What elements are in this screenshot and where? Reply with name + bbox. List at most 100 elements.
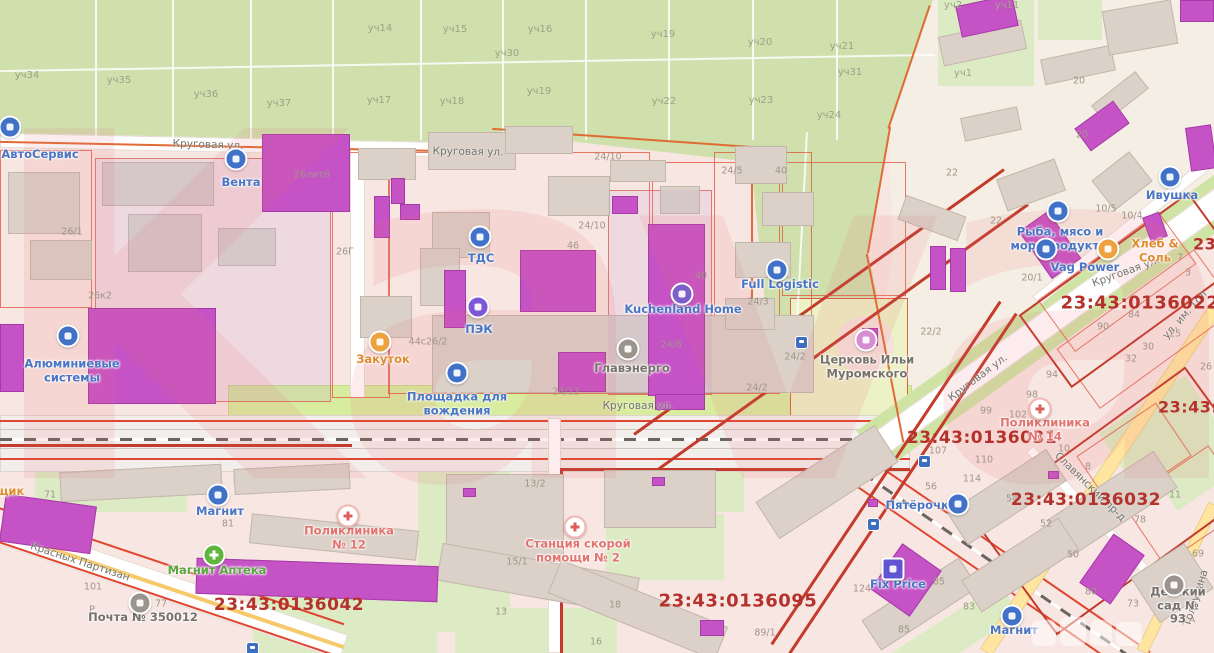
parcel-number-label: 16: [590, 636, 602, 647]
venta-icon[interactable]: [225, 148, 248, 171]
poi-poliklinika-14[interactable]: Поликлиника № 14: [1000, 416, 1090, 443]
magnit-1-icon[interactable]: [207, 484, 230, 507]
parcel-number-label: 85: [898, 624, 910, 635]
parcel-number-label: 71: [44, 489, 56, 500]
plot-label: уч31: [838, 67, 863, 79]
parcel-number-label: 13/2: [524, 478, 545, 489]
parcel-number-label: 24/2: [784, 351, 805, 362]
parcel-number-label: 24/12: [552, 386, 579, 397]
parcel-number-label: 26: [1200, 361, 1212, 372]
parcel-number-label: 22: [990, 215, 1002, 226]
parcel-number-label: 26литВ: [294, 169, 330, 180]
poi-vag-power[interactable]: Vag Power: [1051, 261, 1120, 275]
street-label: Красных Партизан: [29, 540, 132, 584]
kuchenland-icon[interactable]: [671, 283, 694, 306]
alyuminievye-icon[interactable]: [57, 325, 80, 348]
map-labels-layer: уч30уч31уч14уч34уч35уч36уч37уч17уч15уч16…: [0, 0, 1214, 653]
pyaterochka-icon[interactable]: [947, 493, 970, 516]
street-label: Славянский пр-д: [1052, 450, 1128, 524]
parcel-number-label: 83: [963, 601, 975, 612]
poi-alyuminievye-sistemy[interactable]: Алюминиевые системы: [24, 357, 119, 384]
parcel-number-label: 20/1: [1021, 272, 1042, 283]
parcel-number-label: 54: [1006, 493, 1018, 504]
plot-label: уч15: [443, 24, 468, 36]
parcel-number-label: 10/4: [1121, 210, 1142, 221]
plot-label: уч16: [528, 24, 553, 36]
driving-range-icon[interactable]: [446, 362, 469, 385]
car-service-icon[interactable]: [0, 116, 22, 139]
plot-label: уч18: [440, 96, 465, 108]
kindergarten-icon[interactable]: [1163, 574, 1186, 597]
parcel-number-label: 30: [1142, 341, 1154, 352]
poi-hleb-sol[interactable]: Хлеб & Соль: [1126, 237, 1185, 264]
poi-pek[interactable]: ПЭК: [465, 323, 492, 337]
magnit-2-icon[interactable]: [1001, 605, 1024, 628]
poi-stantsiya-skoroy-pomoshchi-2[interactable]: Станция скорой помощи № 2: [525, 537, 631, 564]
parcel-number-label: 8: [1085, 461, 1091, 472]
plot-label: уч35: [107, 75, 132, 87]
poi-glavenergo[interactable]: Главэнерго: [594, 362, 670, 376]
cadastral-23-43-0136095: 23:43:0136095: [659, 590, 818, 611]
parcel-number-label: 89/1: [754, 627, 775, 638]
fish-shop-icon[interactable]: [1047, 200, 1070, 223]
cadastral-partial-mid: 23:43:013: [1158, 399, 1214, 418]
poi-magnit-1[interactable]: Магнит: [196, 505, 244, 519]
vag-power-icon[interactable]: [1035, 238, 1058, 261]
parcel-number-label: 24/8: [660, 339, 681, 350]
parcel-number-label: 73: [1127, 598, 1139, 609]
tds-icon[interactable]: [469, 226, 492, 249]
plot-label: уч14: [368, 23, 393, 35]
plot-label: уч24: [817, 110, 842, 122]
parcel-number-label: 24/10: [578, 220, 605, 231]
parcel-number-label: 22/2: [920, 326, 941, 337]
poi-zakutok[interactable]: Закуток: [356, 353, 410, 367]
clinic-12-cross-icon[interactable]: [337, 505, 360, 528]
poi-poliklinika-12[interactable]: Поликлиника № 12: [304, 524, 394, 551]
plot-label: уч23: [749, 95, 774, 107]
clinic-14-cross-icon[interactable]: [1029, 398, 1052, 421]
ambulance-cross-icon[interactable]: [564, 516, 587, 539]
plot-label: уч22: [652, 96, 677, 108]
church-icon[interactable]: [855, 329, 878, 352]
parcel-number-label: 50: [1067, 549, 1079, 560]
plot-label: уч21: [830, 41, 855, 53]
street-label: Круговая ул.: [946, 352, 1010, 405]
parcel-number-label: 20: [1076, 129, 1088, 140]
parcel-number-label: 90: [1097, 321, 1109, 332]
plot-label: уч36: [194, 89, 219, 101]
pharmacy-plus-icon[interactable]: [203, 544, 226, 567]
poi-magnit-apteka[interactable]: Магнит Аптека: [168, 564, 267, 578]
fix-price-icon[interactable]: [882, 558, 905, 581]
bakery-icon[interactable]: [1097, 238, 1120, 261]
parcel-number-label: 77: [155, 598, 167, 609]
poi-avtoservis[interactable]: АвтоСервис: [1, 148, 78, 162]
map-canvas[interactable]: Kava уч30уч31уч14уч34уч35уч36уч37уч17уч1…: [0, 0, 1214, 653]
poi-ryba-myaso-moreprodukty[interactable]: Рыба, мясо и морепродукты: [1010, 225, 1109, 252]
poi-partial-shchik[interactable]: щик: [0, 485, 24, 499]
ivushka-icon[interactable]: [1159, 166, 1182, 189]
plot-label: уч17: [367, 95, 392, 107]
parcel-number-label: 32: [1125, 353, 1137, 364]
parcel-number-label: 94: [1046, 369, 1058, 380]
parcel-number-label: 56: [925, 481, 937, 492]
poi-venta[interactable]: Вента: [222, 176, 261, 190]
full-logistic-icon[interactable]: [766, 259, 789, 282]
poi-tds[interactable]: ТДС: [468, 252, 495, 266]
post-office-icon[interactable]: [129, 592, 152, 615]
pek-icon[interactable]: [467, 296, 490, 319]
cadastral-23-43-0136042: 23:43:0136042: [214, 595, 364, 615]
poi-tserkov-ilyi-muromskogo[interactable]: Церковь Ильи Муромского: [820, 353, 914, 380]
parcel-number-label: 44с26/2: [409, 336, 448, 347]
poi-ploshchadka-vozhdeniya[interactable]: Площадка для вождения: [407, 390, 507, 417]
factory-icon[interactable]: [617, 338, 640, 361]
parcel-number-label: 10/5: [1095, 203, 1116, 214]
poi-ivushka[interactable]: Ивушка: [1146, 189, 1198, 203]
parcel-number-label: 40: [695, 270, 707, 281]
parcel-number-label: 40: [775, 165, 787, 176]
parcel-number-label: 99: [980, 405, 992, 416]
parcel-number-label: 52: [1040, 518, 1052, 529]
parcel-number-label: 81: [222, 518, 234, 529]
street-label: ул. им. Тол: [1160, 288, 1210, 341]
parcel-number-label: 107: [929, 445, 947, 456]
cafe-icon[interactable]: [369, 331, 392, 354]
